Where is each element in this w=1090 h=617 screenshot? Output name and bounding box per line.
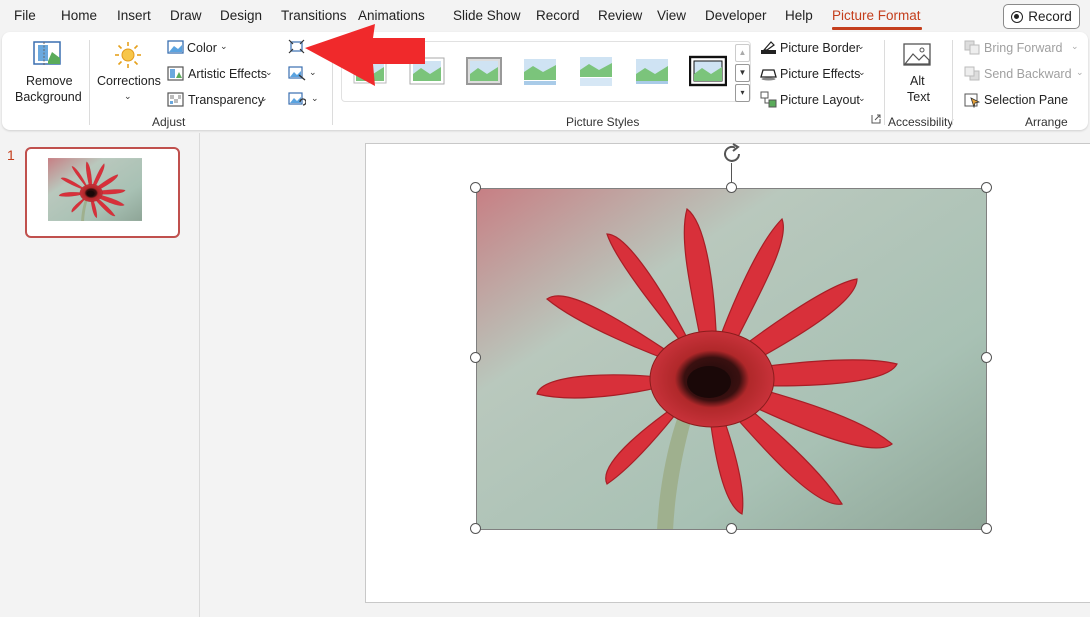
picture-style-thumb-selected[interactable] xyxy=(689,54,727,88)
record-icon xyxy=(1011,10,1024,23)
picture-border-icon[interactable] xyxy=(760,40,777,55)
resize-handle-top-right[interactable] xyxy=(981,182,992,193)
alt-text-icon[interactable] xyxy=(902,41,934,69)
alt-text-label-2[interactable]: Text xyxy=(907,90,930,104)
menu-developer[interactable]: Developer xyxy=(705,8,767,23)
separator xyxy=(89,40,90,125)
resize-handle-bottom-right[interactable] xyxy=(981,523,992,534)
transparency-label[interactable]: Transparency xyxy=(188,93,264,107)
menu-review[interactable]: Review xyxy=(598,8,642,23)
menu-record[interactable]: Record xyxy=(536,8,580,23)
chevron-down-icon[interactable]: ⌄ xyxy=(858,93,866,104)
reset-picture-icon[interactable] xyxy=(288,92,306,107)
record-button[interactable]: Record xyxy=(1003,4,1080,29)
selection-pane-label[interactable]: Selection Pane xyxy=(984,93,1068,107)
resize-handle-bottom[interactable] xyxy=(726,523,737,534)
menu-slide-show[interactable]: Slide Show xyxy=(453,8,521,23)
chevron-down-icon[interactable]: ⌄ xyxy=(260,93,268,104)
menu-view[interactable]: View xyxy=(657,8,686,23)
remove-background-icon[interactable] xyxy=(32,40,62,68)
record-button-label: Record xyxy=(1028,9,1072,24)
active-tab-indicator xyxy=(832,27,922,30)
remove-background-label[interactable]: Remove xyxy=(26,74,73,88)
picture-effects-label[interactable]: Picture Effects xyxy=(780,67,860,81)
transparency-icon[interactable] xyxy=(167,92,184,107)
menu-file[interactable]: File xyxy=(14,8,36,23)
artistic-effects-label[interactable]: Artistic Effects xyxy=(188,67,267,81)
adjust-group-label: Adjust xyxy=(152,115,186,129)
picture-style-thumb[interactable] xyxy=(577,54,615,88)
picture-layout-icon[interactable] xyxy=(760,91,777,108)
corrections-sun-icon[interactable] xyxy=(113,40,143,70)
arrange-group-label: Arrange xyxy=(1025,115,1068,129)
chevron-down-icon[interactable]: ⌄ xyxy=(857,41,865,52)
slide-thumbnail-picture xyxy=(48,158,142,221)
slide-number: 1 xyxy=(7,147,15,163)
menu-animations[interactable]: Animations xyxy=(358,8,425,23)
resize-handle-bottom-left[interactable] xyxy=(470,523,481,534)
menu-draw[interactable]: Draw xyxy=(170,8,202,23)
ribbon: Remove Background Corrections ⌄ Color ⌄ … xyxy=(2,32,1088,130)
alt-text-label[interactable]: Alt xyxy=(910,74,925,88)
menu-design[interactable]: Design xyxy=(220,8,262,23)
gallery-scroll-down[interactable]: ▼ xyxy=(735,64,750,82)
menu-transitions[interactable]: Transitions xyxy=(281,8,347,23)
bring-forward-icon[interactable] xyxy=(964,40,981,55)
menu-home[interactable]: Home xyxy=(61,8,97,23)
menu-picture-format[interactable]: Picture Format xyxy=(832,8,921,23)
resize-handle-left[interactable] xyxy=(470,352,481,363)
red-arrow-annotation xyxy=(305,24,425,86)
picture-border-label[interactable]: Picture Border xyxy=(780,41,860,55)
color-label[interactable]: Color xyxy=(187,41,217,55)
chevron-down-icon[interactable]: ⌄ xyxy=(1076,67,1084,78)
bring-forward-label[interactable]: Bring Forward xyxy=(984,41,1063,55)
remove-background-label-2[interactable]: Background xyxy=(15,90,82,104)
send-backward-label[interactable]: Send Backward xyxy=(984,67,1072,81)
picture-style-thumb[interactable] xyxy=(633,54,671,88)
resize-handle-top-left[interactable] xyxy=(470,182,481,193)
menu-bar: File Home Insert Draw Design Transitions… xyxy=(0,0,1090,32)
picture-style-thumb[interactable] xyxy=(521,54,559,88)
corrections-label[interactable]: Corrections xyxy=(97,74,161,88)
dialog-launcher-icon[interactable] xyxy=(871,114,881,124)
gallery-more[interactable]: ▾ xyxy=(735,84,750,102)
send-backward-icon[interactable] xyxy=(964,66,981,81)
menu-help[interactable]: Help xyxy=(785,8,813,23)
accessibility-group-label: Accessibility xyxy=(888,115,954,129)
picture-effects-icon[interactable] xyxy=(760,66,777,81)
selected-picture[interactable] xyxy=(476,188,987,530)
picture-layout-label[interactable]: Picture Layout xyxy=(780,93,860,107)
color-icon[interactable] xyxy=(167,40,184,54)
separator xyxy=(884,40,885,125)
chevron-down-icon[interactable]: ⌄ xyxy=(858,67,866,78)
chevron-down-icon[interactable]: ⌄ xyxy=(311,93,319,104)
slide-thumbnail[interactable] xyxy=(25,147,180,238)
chevron-down-icon[interactable]: ⌄ xyxy=(220,41,228,52)
picture-style-thumb[interactable] xyxy=(465,54,503,88)
menu-insert[interactable]: Insert xyxy=(117,8,151,23)
picture-styles-group-label: Picture Styles xyxy=(566,115,640,129)
chevron-down-icon[interactable]: ⌄ xyxy=(1071,41,1079,52)
slide-thumbnail-panel: 1 xyxy=(0,133,200,617)
chevron-down-icon[interactable]: ⌄ xyxy=(265,67,273,78)
chevron-down-icon[interactable]: ⌄ xyxy=(124,91,132,102)
selection-pane-icon[interactable] xyxy=(964,91,981,108)
resize-handle-right[interactable] xyxy=(981,352,992,363)
resize-handle-top[interactable] xyxy=(726,182,737,193)
rotate-handle-icon[interactable] xyxy=(720,142,744,166)
gallery-scroll-up[interactable]: ▲ xyxy=(735,44,750,62)
artistic-effects-icon[interactable] xyxy=(167,66,184,81)
separator xyxy=(952,40,953,125)
